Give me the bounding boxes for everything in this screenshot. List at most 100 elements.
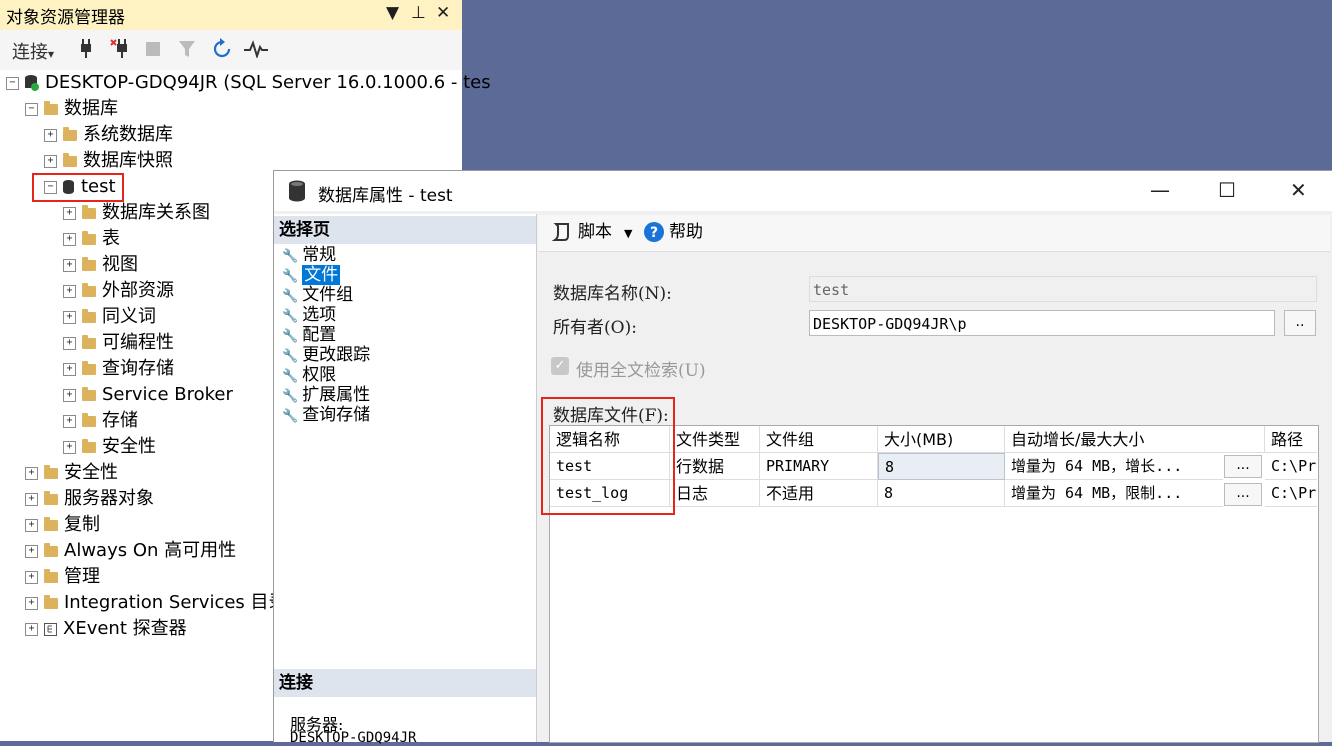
page-item-permissions[interactable]: 🔧 权限: [282, 365, 336, 385]
tree-node-system-databases[interactable]: + 系统数据库: [44, 122, 173, 148]
cell-path[interactable]: C:\Pr: [1265, 480, 1317, 507]
collapse-toggle[interactable]: −: [25, 102, 38, 116]
stop-icon[interactable]: [146, 42, 160, 56]
tree-node-views[interactable]: + 视图: [63, 252, 138, 278]
owner-browse-button[interactable]: ..: [1284, 310, 1316, 336]
page-item-general[interactable]: 🔧 常规: [282, 245, 336, 265]
expand-toggle[interactable]: +: [63, 414, 76, 428]
page-item-filegroups[interactable]: 🔧 文件组: [282, 285, 353, 305]
expand-toggle[interactable]: +: [25, 492, 38, 506]
page-item-query-store[interactable]: 🔧 查询存储: [282, 405, 370, 425]
tree-node-databases[interactable]: − 数据库: [25, 96, 118, 122]
cell-path[interactable]: C:\Pr: [1265, 453, 1317, 480]
expand-toggle[interactable]: +: [25, 518, 38, 532]
tree-node-integration-services[interactable]: + Integration Services 目录: [25, 590, 287, 616]
expand-toggle[interactable]: +: [25, 622, 38, 636]
expand-toggle[interactable]: +: [63, 310, 76, 324]
owner-field[interactable]: DESKTOP-GDQ94JR\p: [809, 310, 1275, 336]
expand-toggle[interactable]: +: [63, 440, 76, 454]
tree-node-server-objects[interactable]: + 服务器对象: [25, 486, 154, 512]
minimize-button[interactable]: —: [1150, 178, 1170, 202]
cell-size[interactable]: 8: [878, 480, 1005, 507]
page-item-options[interactable]: 🔧 选项: [282, 305, 336, 325]
refresh-icon[interactable]: [210, 37, 234, 61]
tree-node-snapshots[interactable]: + 数据库快照: [44, 148, 173, 174]
autogrowth-button[interactable]: ...: [1224, 483, 1262, 506]
fulltext-checkbox[interactable]: ✓: [551, 357, 569, 375]
disconnect-icon[interactable]: [110, 38, 132, 60]
folder-icon: [82, 360, 96, 375]
tree-label: Service Broker: [102, 384, 233, 405]
tree-node-query-store[interactable]: + 查询存储: [63, 356, 174, 382]
pin-icon[interactable]: ⊥: [411, 3, 426, 23]
page-item-extended-properties[interactable]: 🔧 扩展属性: [282, 385, 370, 405]
dialog-titlebar: 数据库属性 - test — ☐ ✕: [274, 171, 1332, 211]
expand-toggle[interactable]: +: [63, 206, 76, 220]
tree-node-db-security[interactable]: + 安全性: [63, 434, 156, 460]
tree-node-synonyms[interactable]: + 同义词: [63, 304, 156, 330]
folder-icon: [82, 204, 96, 219]
activity-monitor-icon[interactable]: [244, 40, 268, 58]
tree-node-service-broker[interactable]: + Service Broker: [63, 382, 233, 408]
col-header-autogrowth[interactable]: 自动增长/最大大小: [1005, 426, 1265, 453]
maximize-button[interactable]: ☐: [1218, 178, 1236, 202]
expand-toggle[interactable]: +: [25, 596, 38, 610]
cell-file-type[interactable]: 行数据: [670, 453, 760, 480]
expand-toggle[interactable]: +: [25, 466, 38, 480]
tree-node-server[interactable]: − DESKTOP-GDQ94JR (SQL Server 16.0.1000.6…: [6, 70, 491, 96]
close-button[interactable]: ✕: [1290, 178, 1307, 202]
connect-label: 连接: [12, 42, 48, 63]
collapse-toggle[interactable]: −: [6, 76, 19, 90]
tree-node-management[interactable]: + 管理: [25, 564, 100, 590]
page-item-config[interactable]: 🔧 配置: [282, 325, 336, 345]
tree-label: 服务器对象: [64, 488, 154, 509]
col-header-size[interactable]: 大小(MB): [878, 426, 1005, 453]
cell-filegroup[interactable]: 不适用: [760, 480, 878, 507]
expand-toggle[interactable]: +: [63, 284, 76, 298]
tree-node-tables[interactable]: + 表: [63, 226, 120, 252]
expand-toggle[interactable]: +: [63, 388, 76, 402]
expand-toggle[interactable]: +: [25, 570, 38, 584]
col-header-file-type[interactable]: 文件类型: [670, 426, 760, 453]
tree-node-storage[interactable]: + 存储: [63, 408, 138, 434]
help-icon: ?: [644, 222, 664, 242]
folder-icon: [82, 282, 96, 297]
tree-node-programmability[interactable]: + 可编程性: [63, 330, 174, 356]
col-header-filegroup[interactable]: 文件组: [760, 426, 878, 453]
connect-button[interactable]: 连接▾: [12, 38, 54, 64]
page-item-files[interactable]: 🔧 文件: [282, 265, 341, 285]
close-icon[interactable]: ✕: [436, 3, 450, 23]
tree-node-external[interactable]: + 外部资源: [63, 278, 174, 304]
tree-node-security[interactable]: + 安全性: [25, 460, 118, 486]
cell-file-type[interactable]: 日志: [670, 480, 760, 507]
cell-size[interactable]: 8: [878, 453, 1005, 480]
expand-toggle[interactable]: +: [63, 336, 76, 350]
tree-label: Always On 高可用性: [64, 540, 237, 561]
autogrowth-button[interactable]: ...: [1224, 455, 1262, 478]
expand-toggle[interactable]: +: [63, 232, 76, 246]
cell-autogrowth[interactable]: 增量为 64 MB，限制...: [1005, 480, 1223, 507]
cell-filegroup[interactable]: PRIMARY: [760, 453, 878, 480]
expand-toggle[interactable]: +: [63, 258, 76, 272]
help-button[interactable]: ? 帮助: [644, 217, 703, 242]
wrench-icon: 🔧: [282, 369, 299, 384]
expand-toggle[interactable]: +: [44, 154, 57, 168]
tree-node-always-on[interactable]: + Always On 高可用性: [25, 538, 236, 564]
page-item-change-tracking[interactable]: 🔧 更改跟踪: [282, 345, 370, 365]
svg-text:?: ?: [650, 225, 658, 241]
col-header-path[interactable]: 路径: [1265, 426, 1317, 453]
db-name-field[interactable]: test: [809, 276, 1317, 302]
expand-toggle[interactable]: +: [44, 128, 57, 142]
tree-node-replication[interactable]: + 复制: [25, 512, 100, 538]
connection-header: 连接: [274, 669, 536, 697]
tree-node-xevent[interactable]: + XEvent 探查器: [25, 616, 187, 642]
script-button[interactable]: 脚本 ▼: [551, 217, 632, 242]
plug-icon[interactable]: [78, 38, 94, 60]
tree-node-diagrams[interactable]: + 数据库关系图: [63, 200, 210, 226]
filter-icon[interactable]: [178, 40, 196, 58]
expand-toggle[interactable]: +: [25, 544, 38, 558]
cell-autogrowth[interactable]: 增量为 64 MB，增长...: [1005, 453, 1223, 480]
tree-label: 表: [102, 228, 120, 249]
expand-toggle[interactable]: +: [63, 362, 76, 376]
dropdown-icon[interactable]: ▼: [386, 3, 399, 23]
